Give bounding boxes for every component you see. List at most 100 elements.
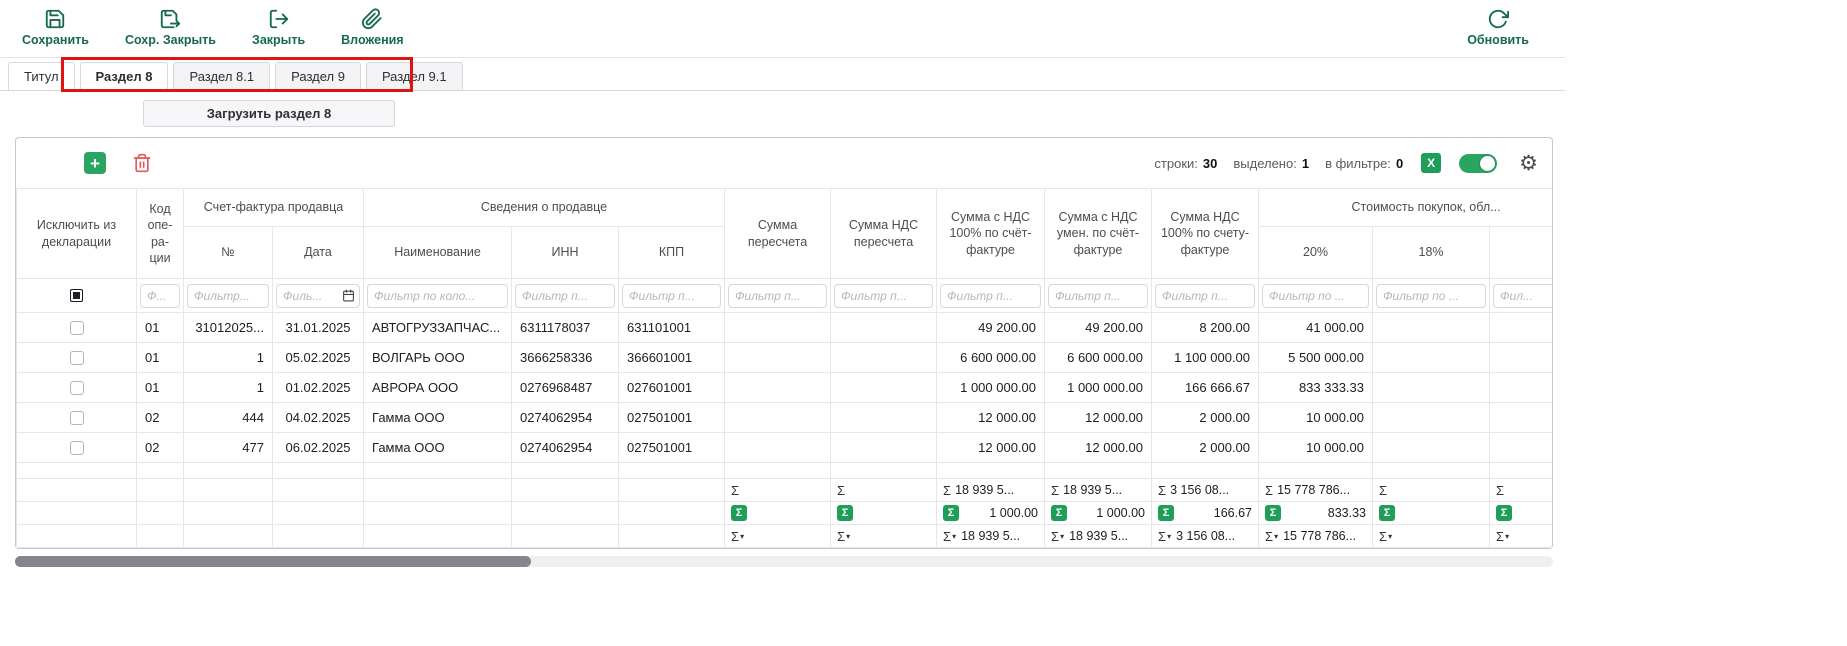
column-header-exclude: Исключить из декларации bbox=[17, 189, 137, 279]
footer-filtered-rate20: Σ▾15 778 786... bbox=[1259, 525, 1373, 548]
cell-name: АВТОГРУЗЗАПЧАС... bbox=[364, 313, 512, 343]
scrollbar-thumb[interactable] bbox=[15, 556, 531, 567]
row-checkbox[interactable] bbox=[70, 441, 84, 455]
column-header-recalc-vat: Сумма НДС пересчета bbox=[831, 189, 937, 279]
cell-recalc-sum bbox=[725, 433, 831, 463]
tab-titul[interactable]: Титул bbox=[8, 62, 75, 90]
filter-vat-100-input[interactable] bbox=[1155, 284, 1255, 308]
rows-count: строки:30 bbox=[1154, 156, 1217, 171]
row-checkbox[interactable] bbox=[70, 381, 84, 395]
refresh-button[interactable]: Обновить bbox=[1467, 8, 1529, 47]
filter-inn-input[interactable] bbox=[515, 284, 615, 308]
sum-selected-icon: Σ bbox=[731, 505, 747, 521]
cell-sum-vat-reduced: 12 000.00 bbox=[1045, 403, 1152, 433]
column-header-inn: ИНН bbox=[512, 227, 619, 279]
footer-filtered-row: Σ▾ Σ▾ Σ▾18 939 5... Σ▾18 939 5... Σ▾3 15… bbox=[17, 525, 1553, 548]
column-header-vat-100: Сумма НДС 100% по счету-фактуре bbox=[1152, 189, 1259, 279]
filter-sum-vat-100-input[interactable] bbox=[940, 284, 1041, 308]
cell-rate18 bbox=[1373, 403, 1490, 433]
cell-sum-vat-100: 12 000.00 bbox=[937, 433, 1045, 463]
top-toolbar: Сохранить Сохр. Закрыть Закрыть Вложения… bbox=[0, 0, 1565, 58]
footer-selected-recalc-vat: Σ bbox=[831, 502, 937, 525]
trash-icon bbox=[132, 153, 152, 173]
cell-num: 477 bbox=[184, 433, 273, 463]
filter-num-input[interactable] bbox=[187, 284, 269, 308]
calendar-icon[interactable] bbox=[342, 289, 355, 302]
filter-cell-op bbox=[137, 279, 184, 313]
sum-filtered-icon: Σ bbox=[1379, 529, 1387, 544]
cell-recalc-sum bbox=[725, 343, 831, 373]
cell-date: 01.02.2025 bbox=[273, 373, 364, 403]
row-checkbox[interactable] bbox=[70, 321, 84, 335]
footer-total-vat-100: Σ3 156 08... bbox=[1152, 479, 1259, 502]
column-header-op-code: Код опе- ра- ции bbox=[137, 189, 184, 279]
footer-filtered-recalc-sum: Σ▾ bbox=[725, 525, 831, 548]
table-row[interactable]: 02 477 06.02.2025 Гамма ООО 0274062954 0… bbox=[17, 433, 1553, 463]
footer-filtered-sum-vat-reduced: Σ▾18 939 5... bbox=[1045, 525, 1152, 548]
cell-extra bbox=[1490, 313, 1552, 343]
row-checkbox[interactable] bbox=[70, 411, 84, 425]
sum-selected-icon: Σ bbox=[943, 505, 959, 521]
column-header-extra bbox=[1490, 227, 1552, 279]
filter-cell-kpp bbox=[619, 279, 725, 313]
footer-selected-vat-100: Σ166.67 bbox=[1152, 502, 1259, 525]
sum-filtered-icon: Σ bbox=[1265, 529, 1273, 544]
filter-extra-input[interactable] bbox=[1493, 284, 1552, 308]
add-row-button[interactable]: + bbox=[84, 152, 106, 174]
sum-selected-icon: Σ bbox=[1496, 505, 1512, 521]
save-icon bbox=[44, 8, 66, 30]
footer-total-sum-vat-100: Σ18 939 5... bbox=[937, 479, 1045, 502]
tab-section-8[interactable]: Раздел 8 bbox=[80, 62, 169, 90]
close-button[interactable]: Закрыть bbox=[252, 8, 305, 47]
declaration-editor: Сохранить Сохр. Закрыть Закрыть Вложения… bbox=[0, 0, 1565, 567]
footer-total-rate18: Σ bbox=[1373, 479, 1490, 502]
table-row[interactable]: 01 1 05.02.2025 ВОЛГАРЬ ООО 3666258336 3… bbox=[17, 343, 1553, 373]
tab-label: Раздел 9 bbox=[291, 69, 345, 84]
table-row[interactable]: 01 1 01.02.2025 АВРОРА ООО 0276968487 02… bbox=[17, 373, 1553, 403]
table-row[interactable]: 01 31012025... 31.01.2025 АВТОГРУЗЗАПЧАС… bbox=[17, 313, 1553, 343]
tab-section-8-1[interactable]: Раздел 8.1 bbox=[173, 62, 270, 90]
footer-selected-sum-vat-reduced: Σ1 000.00 bbox=[1045, 502, 1152, 525]
excel-export-button[interactable]: X bbox=[1421, 153, 1441, 173]
cell-sum-vat-100: 6 600 000.00 bbox=[937, 343, 1045, 373]
settings-gear-icon[interactable]: ⚙ bbox=[1519, 153, 1538, 174]
select-all-checkbox[interactable] bbox=[70, 289, 83, 302]
tab-section-9[interactable]: Раздел 9 bbox=[275, 62, 361, 90]
table-row[interactable]: 02 444 04.02.2025 Гамма ООО 0274062954 0… bbox=[17, 403, 1553, 433]
filter-cell-recalc-vat bbox=[831, 279, 937, 313]
tab-section-9-1[interactable]: Раздел 9.1 bbox=[366, 62, 463, 90]
filter-rate18-input[interactable] bbox=[1376, 284, 1486, 308]
filter-sum-vat-reduced-input[interactable] bbox=[1048, 284, 1148, 308]
sum-icon: Σ bbox=[943, 483, 951, 498]
filter-cell-exclude bbox=[17, 279, 137, 313]
cell-op: 02 bbox=[137, 403, 184, 433]
filter-name-input[interactable] bbox=[367, 284, 508, 308]
horizontal-scrollbar[interactable] bbox=[15, 556, 1553, 567]
sum-selected-icon: Σ bbox=[1051, 505, 1067, 521]
sum-filtered-icon: Σ bbox=[1051, 529, 1059, 544]
filter-rate20-input[interactable] bbox=[1262, 284, 1369, 308]
save-close-button[interactable]: Сохр. Закрыть bbox=[125, 8, 216, 47]
delete-row-button[interactable] bbox=[132, 153, 152, 173]
sum-selected-icon: Σ bbox=[1265, 505, 1281, 521]
toggle-switch[interactable] bbox=[1459, 154, 1497, 173]
close-label: Закрыть bbox=[252, 34, 305, 47]
filter-recalc-vat-input[interactable] bbox=[834, 284, 933, 308]
filter-recalc-sum-input[interactable] bbox=[728, 284, 827, 308]
filter-kpp-input[interactable] bbox=[622, 284, 721, 308]
cell-recalc-vat bbox=[831, 403, 937, 433]
filter-op-input[interactable] bbox=[140, 284, 180, 308]
sum-icon: Σ bbox=[1265, 483, 1273, 498]
cell-extra bbox=[1490, 373, 1552, 403]
row-checkbox[interactable] bbox=[70, 351, 84, 365]
filter-cell-recalc-sum bbox=[725, 279, 831, 313]
cell-kpp: 631101001 bbox=[619, 313, 725, 343]
save-button[interactable]: Сохранить bbox=[22, 8, 89, 47]
cell-kpp: 027501001 bbox=[619, 433, 725, 463]
filtered-count: в фильтре:0 bbox=[1325, 156, 1403, 171]
footer-filtered-extra: Σ▾ bbox=[1490, 525, 1552, 548]
attachments-button[interactable]: Вложения bbox=[341, 8, 403, 47]
paperclip-icon bbox=[361, 8, 383, 30]
sum-selected-icon: Σ bbox=[1379, 505, 1395, 521]
load-section-8-button[interactable]: Загрузить раздел 8 bbox=[143, 100, 395, 127]
